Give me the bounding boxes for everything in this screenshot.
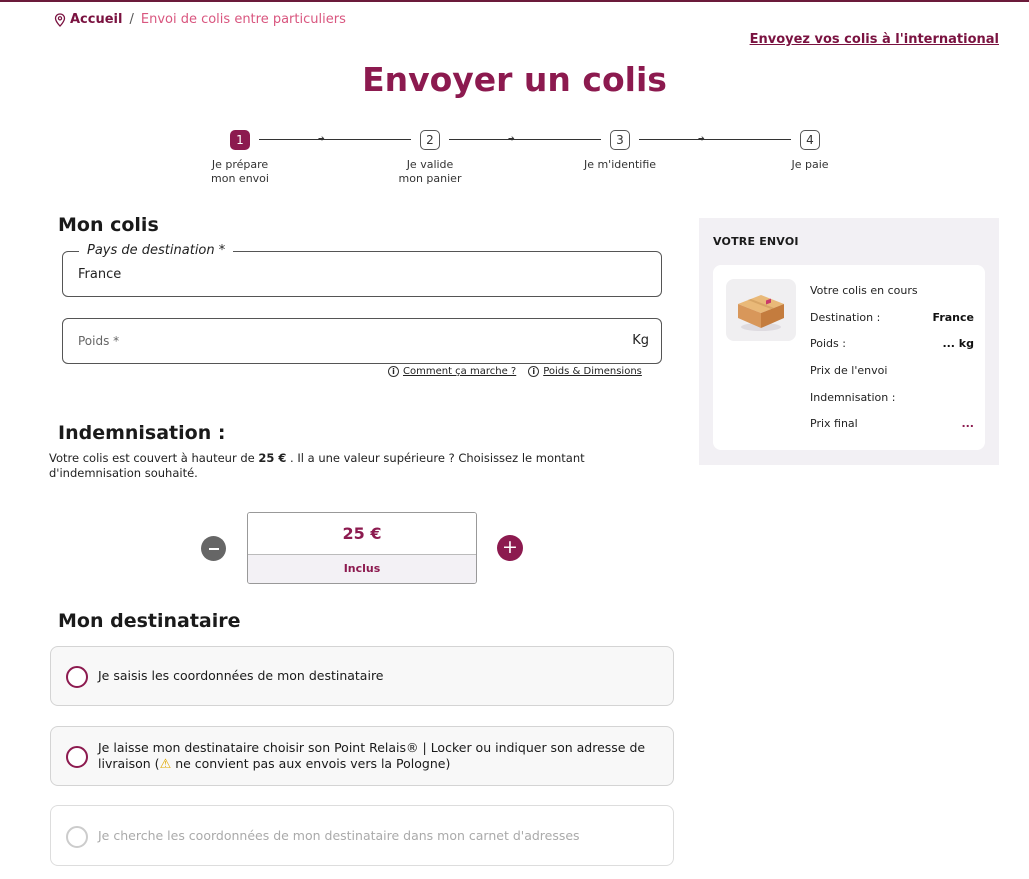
summary-price-label: Prix de l'envoi	[810, 364, 888, 377]
info-icon: i	[388, 366, 399, 377]
summary-destination-row: Destination : France	[810, 311, 974, 324]
breadcrumb-separator: /	[129, 12, 134, 27]
summary-final-label: Prix final	[810, 417, 858, 430]
recipient-option-address-book[interactable]: Je cherche les coordonnées de mon destin…	[50, 805, 674, 866]
how-it-works-link[interactable]: i Comment ça marche ?	[388, 366, 516, 377]
step-1-label: Je prépare mon envoi	[211, 158, 269, 185]
page-title: Envoyer un colis	[362, 60, 667, 99]
radio-button[interactable]	[66, 826, 88, 848]
international-shipping-link[interactable]: Envoyez vos colis à l'international	[750, 32, 999, 47]
destination-country-value: France	[78, 267, 122, 282]
warning-icon: ⚠	[159, 757, 172, 772]
indemnisation-text-before: Votre colis est couvert à hauteur de	[49, 451, 259, 465]
minus-icon	[208, 547, 219, 550]
weight-placeholder: Poids *	[78, 334, 120, 348]
info-icon: i	[528, 366, 540, 377]
step-3-number: 3	[610, 130, 630, 150]
summary-weight-row: Poids : ... kg	[810, 337, 974, 350]
indemnisation-amount-box: 25 € Inclus	[247, 512, 477, 584]
location-pin-icon	[54, 12, 66, 27]
recipient-option-label: Je saisis les coordonnées de mon destina…	[98, 668, 384, 683]
weight-dimensions-label: Poids & Dimensions	[543, 366, 642, 377]
mon-colis-title: Mon colis	[58, 214, 159, 236]
step-4-number: 4	[800, 130, 820, 150]
destination-country-field[interactable]: Pays de destination * France	[62, 243, 662, 297]
destination-country-label: Pays de destination *	[79, 243, 234, 258]
step-connector	[449, 139, 601, 140]
step-arrow-icon: ➔	[508, 134, 515, 143]
weight-dimensions-link[interactable]: i Poids & Dimensions	[528, 366, 642, 377]
step-arrow-icon: ➔	[698, 134, 705, 143]
breadcrumb-home-link[interactable]: Accueil	[70, 12, 122, 27]
mon-destinataire-title: Mon destinataire	[58, 610, 241, 632]
summary-final-row: Prix final ...	[810, 417, 974, 430]
indemnisation-amount: 25 €	[248, 513, 476, 555]
indemnisation-covered-amount: 25 €	[258, 451, 287, 465]
recipient-option-relay-point[interactable]: Je laisse mon destinataire choisir son P…	[50, 726, 674, 786]
help-links: i Comment ça marche ? i Poids & Dimensio…	[388, 366, 642, 377]
summary-destination-value: France	[932, 311, 974, 324]
how-it-works-label: Comment ça marche ?	[403, 366, 517, 377]
increase-indemnisation-button[interactable]: +	[497, 535, 523, 561]
parcel-thumbnail	[726, 279, 796, 341]
summary-destination-label: Destination :	[810, 311, 881, 324]
breadcrumb-current: Envoi de colis entre particuliers	[140, 12, 346, 27]
summary-weight-label: Poids :	[810, 337, 846, 350]
step-2-number: 2	[420, 130, 440, 150]
weight-unit: Kg	[632, 333, 649, 348]
summary-current-parcel: Votre colis en cours	[810, 284, 918, 297]
indemnisation-status: Inclus	[248, 555, 476, 583]
recipient-option-enter-details[interactable]: Je saisis les coordonnées de mon destina…	[50, 646, 674, 706]
shipment-summary-panel: VOTRE ENVOI Votre colis en cours Destina…	[699, 218, 999, 465]
top-border	[0, 0, 1029, 2]
summary-title: VOTRE ENVOI	[713, 235, 799, 248]
step-arrow-icon: ➔	[318, 134, 325, 143]
radio-button[interactable]	[66, 746, 88, 768]
radio-button[interactable]	[66, 666, 88, 688]
indemnisation-title: Indemnisation :	[58, 422, 226, 444]
step-3-label: Je m'identifie	[583, 158, 657, 171]
weight-input[interactable]: Poids * Kg	[62, 318, 662, 364]
summary-card: Votre colis en cours Destination : Franc…	[713, 265, 985, 450]
step-1-number: 1	[230, 130, 250, 150]
step-4-label: Je paie	[791, 158, 829, 171]
progress-stepper: ➔ ➔ ➔ 1 Je prépare mon envoi 2 Je valide…	[0, 130, 1029, 190]
recipient-option-label: Je cherche les coordonnées de mon destin…	[98, 828, 580, 843]
indemnisation-description: Votre colis est couvert à hauteur de 25 …	[49, 451, 609, 481]
relay-option-text-after: ne convient pas aux envois vers la Polog…	[171, 756, 451, 771]
parcel-box-icon	[738, 295, 784, 331]
summary-indemnisation-label: Indemnisation :	[810, 391, 896, 404]
recipient-option-label: Je laisse mon destinataire choisir son P…	[98, 740, 663, 773]
step-2-label: Je valide mon panier	[398, 158, 462, 185]
breadcrumb: Accueil / Envoi de colis entre particuli…	[54, 12, 346, 27]
decrease-indemnisation-button[interactable]	[201, 536, 226, 561]
step-connector	[639, 139, 791, 140]
summary-final-value: ...	[961, 417, 974, 430]
summary-weight-value: ... kg	[942, 337, 974, 350]
step-connector	[259, 139, 411, 140]
